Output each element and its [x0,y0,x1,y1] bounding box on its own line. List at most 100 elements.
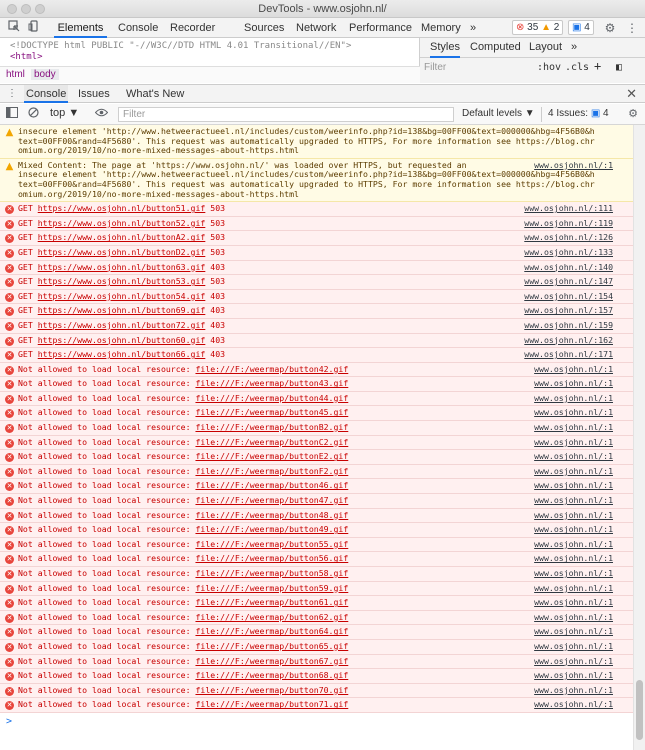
tab-elements[interactable]: Elements [54,18,107,38]
message-source-link[interactable]: www.osjohn.nl/:1 [534,452,613,462]
html-node[interactable]: <html> [10,52,43,62]
eye-icon[interactable] [94,107,108,121]
message-source-link[interactable]: www.osjohn.nl/:1 [534,598,613,608]
message-source-link[interactable]: www.osjohn.nl/:126 [524,233,613,243]
message-source-link[interactable]: www.osjohn.nl/:171 [524,349,613,360]
message-source-link[interactable]: www.osjohn.nl/:119 [524,218,613,229]
message-source-link[interactable]: www.osjohn.nl/:147 [524,277,613,287]
message-source-link[interactable]: www.osjohn.nl/:1 [534,554,613,564]
file-url-link[interactable]: file:///F:/weermap/button58.gif [195,568,348,578]
drawer-tab-issues[interactable]: Issues [76,85,112,103]
context-select[interactable]: top ▼ [50,107,79,119]
log-levels-dropdown[interactable]: Default levels ▼ [462,108,535,119]
message-source-link[interactable]: www.osjohn.nl/:1 [534,612,613,623]
crumb-body[interactable]: body [31,69,59,80]
file-url-link[interactable]: file:///F:/weermap/button64.gif [195,626,348,637]
file-url-link[interactable]: file:///F:/weermap/button43.gif [195,378,348,388]
device-toolbar-icon[interactable] [26,20,42,36]
file-url-link[interactable]: file:///F:/weermap/button62.gif [195,612,348,622]
issue-counter[interactable]: ⊗ 35 ▲ 2 [512,20,564,35]
drawer-tab-console[interactable]: Console [24,85,69,103]
file-url-link[interactable]: file:///F:/weermap/button45.gif [195,407,348,418]
console-prompt[interactable]: > [0,713,633,730]
message-source-link[interactable]: www.osjohn.nl/:1 [534,466,613,477]
file-url-link[interactable]: file:///F:/weermap/button59.gif [195,583,348,593]
kebab-menu-icon[interactable]: ⋮ [624,20,640,36]
request-url-link[interactable]: https://www.osjohn.nl/button60.gif [38,335,206,345]
message-source-link[interactable]: www.osjohn.nl/:1 [534,495,613,506]
console-filter-input[interactable]: Filter [118,107,454,122]
message-source-link[interactable]: www.osjohn.nl/:1 [534,481,613,491]
tab-styles[interactable]: Styles [430,41,460,58]
message-source-link[interactable]: www.osjohn.nl/:133 [524,247,613,258]
message-source-link[interactable]: www.osjohn.nl/:1 [534,539,613,550]
message-source-link[interactable]: www.osjohn.nl/:1 [534,510,613,521]
message-source-link[interactable]: www.osjohn.nl/:1 [534,437,613,448]
gear-icon[interactable]: ⚙ [602,20,618,36]
message-source-link[interactable]: www.osjohn.nl/:140 [524,262,613,273]
request-url-link[interactable]: https://www.osjohn.nl/button72.gif [38,320,206,330]
file-url-link[interactable]: file:///F:/weermap/buttonC2.gif [195,437,348,447]
message-source-link[interactable]: www.osjohn.nl/:1 [534,656,613,667]
tab-sources[interactable]: Sources [244,18,284,38]
tab-layout[interactable]: Layout [529,41,562,53]
message-source-link[interactable]: www.osjohn.nl/:159 [524,320,613,331]
file-url-link[interactable]: file:///F:/weermap/button42.gif [195,364,348,374]
tab-network[interactable]: Network [296,18,336,38]
class-toggle-button[interactable]: .cls [565,62,589,73]
request-url-link[interactable]: https://www.osjohn.nl/button66.gif [38,349,206,359]
file-url-link[interactable]: file:///F:/weermap/button67.gif [195,656,348,666]
message-source-link[interactable]: www.osjohn.nl/:1 [534,685,613,696]
tab-computed[interactable]: Computed [470,41,521,53]
console-settings-gear-icon[interactable]: ⚙ [626,107,640,121]
file-url-link[interactable]: file:///F:/weermap/buttonB2.gif [195,422,348,432]
crumb-html[interactable]: html [3,69,28,80]
request-url-link[interactable]: https://www.osjohn.nl/button54.gif [38,291,206,301]
tab-performance[interactable]: Performance [349,18,412,38]
file-url-link[interactable]: file:///F:/weermap/button56.gif [195,553,348,564]
drawer-menu-icon[interactable]: ⋮ [4,86,20,102]
sidebar-toggle-icon[interactable] [5,107,19,121]
hover-state-button[interactable]: :hov [537,62,561,73]
file-url-link[interactable]: file:///F:/weermap/buttonE2.gif [195,451,348,461]
clear-console-icon[interactable] [26,107,40,121]
console-scrollbar[interactable] [633,125,645,750]
message-source-link[interactable]: www.osjohn.nl/:1 [534,364,613,375]
file-url-link[interactable]: file:///F:/weermap/button68.gif [195,670,348,680]
info-counter[interactable]: ▣ 4 [568,20,594,35]
file-url-link[interactable]: file:///F:/weermap/button49.gif [195,524,348,534]
message-source-link[interactable]: www.osjohn.nl/:111 [524,204,613,214]
request-url-link[interactable]: https://www.osjohn.nl/button69.gif [38,305,206,316]
close-drawer-icon[interactable]: ✕ [626,86,637,102]
request-url-link[interactable]: https://www.osjohn.nl/buttonA2.gif [38,232,206,243]
message-source-link[interactable]: www.osjohn.nl/:1 [534,627,613,637]
message-source-link[interactable]: www.osjohn.nl/:1 [534,160,613,171]
message-source-link[interactable]: www.osjohn.nl/:162 [524,335,613,346]
message-source-link[interactable]: www.osjohn.nl/:1 [534,393,613,404]
message-source-link[interactable]: www.osjohn.nl/:1 [534,568,613,579]
drawer-tab-whats-new[interactable]: What's New [124,85,186,103]
message-source-link[interactable]: www.osjohn.nl/:157 [524,306,613,316]
new-style-rule-icon[interactable]: + [594,59,601,73]
request-url-link[interactable]: https://www.osjohn.nl/buttonD2.gif [38,247,206,257]
message-source-link[interactable]: www.osjohn.nl/:1 [534,422,613,433]
tab-memory[interactable]: Memory [421,18,461,38]
message-source-link[interactable]: www.osjohn.nl/:1 [534,583,613,594]
sidebar-toggle-icon[interactable]: ◧ [616,62,622,73]
file-url-link[interactable]: file:///F:/weermap/button44.gif [195,393,348,403]
request-url-link[interactable]: https://www.osjohn.nl/button51.gif [38,203,206,213]
message-source-link[interactable]: www.osjohn.nl/:1 [534,700,613,710]
doctype-node[interactable]: <!DOCTYPE html PUBLIC "-//W3C//DTD HTML … [10,41,351,51]
file-url-link[interactable]: file:///F:/weermap/button70.gif [195,685,348,695]
message-source-link[interactable]: www.osjohn.nl/:154 [524,291,613,302]
message-source-link[interactable]: www.osjohn.nl/:1 [534,641,613,652]
scrollbar-thumb[interactable] [636,680,643,740]
more-style-tabs-button[interactable]: » [571,41,577,53]
request-url-link[interactable]: https://www.osjohn.nl/button63.gif [38,262,206,272]
more-tabs-button[interactable]: » [470,18,476,38]
file-url-link[interactable]: file:///F:/weermap/button46.gif [195,480,348,491]
message-source-link[interactable]: www.osjohn.nl/:1 [534,408,613,418]
request-url-link[interactable]: https://www.osjohn.nl/button53.gif [38,276,206,286]
message-source-link[interactable]: www.osjohn.nl/:1 [534,379,613,389]
message-source-link[interactable]: www.osjohn.nl/:1 [534,671,613,681]
